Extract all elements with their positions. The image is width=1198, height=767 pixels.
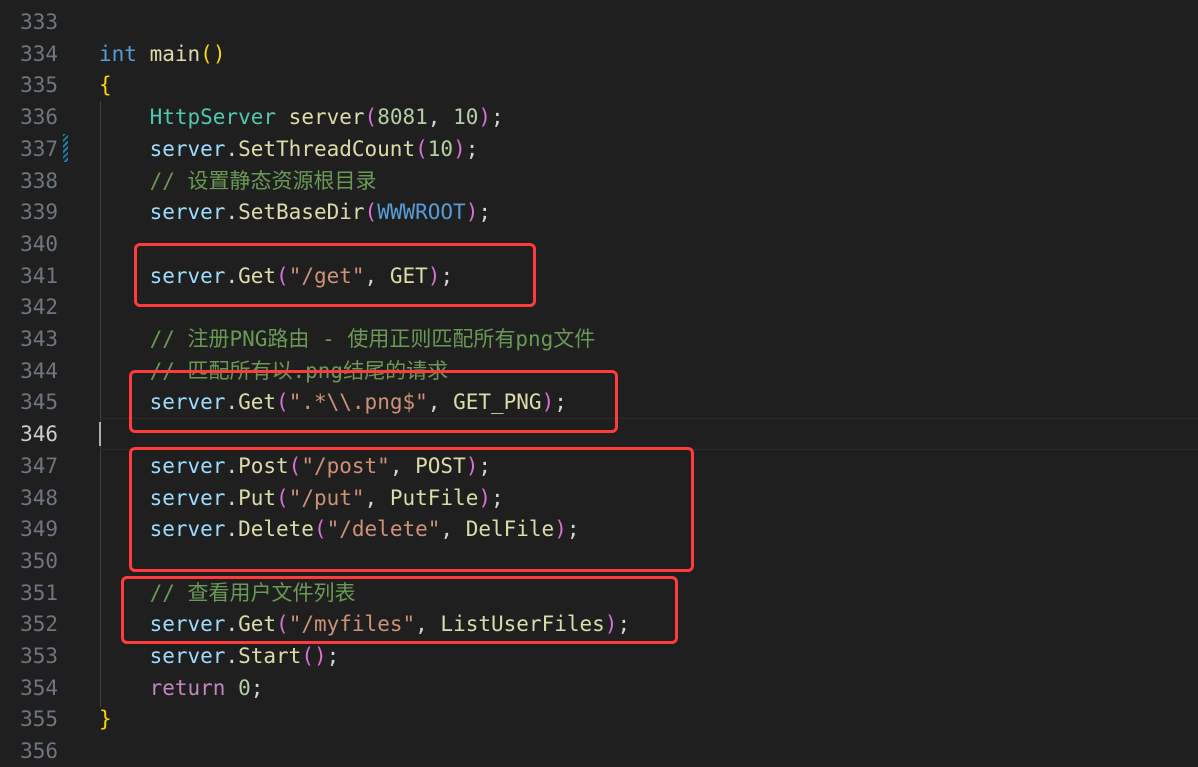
code-token: // 设置静态资源根目录 xyxy=(149,168,377,193)
code-token: ; xyxy=(465,136,479,161)
code-token: 8081 xyxy=(377,105,428,130)
line-number: 336 xyxy=(20,105,58,130)
line-code: HttpServer server(8081, 10); xyxy=(99,101,504,133)
code-token: . xyxy=(225,136,239,161)
code-token: () xyxy=(200,41,226,66)
code-token: server xyxy=(149,136,226,161)
line-code: } xyxy=(99,703,112,735)
code-line[interactable]: 354 return 0; xyxy=(0,672,1198,704)
code-line[interactable]: 335 { xyxy=(0,69,1198,101)
annotation-box-get-route xyxy=(134,243,536,307)
line-number: 348 xyxy=(20,485,58,510)
code-line[interactable]: 356 xyxy=(0,735,1198,767)
code-token: { xyxy=(99,73,112,98)
line-code: server.SetThreadCount(10); xyxy=(99,133,479,165)
code-token: 0 xyxy=(238,675,251,700)
code-token: . xyxy=(225,200,239,225)
code-token: , xyxy=(427,105,454,130)
code-token: . xyxy=(225,644,239,668)
code-token: ; xyxy=(491,105,504,130)
code-token: // 注册PNG路由 - 使用正则匹配所有png文件 xyxy=(149,327,596,351)
line-number: 343 xyxy=(20,327,58,351)
line-number: 334 xyxy=(20,41,58,66)
code-token: ( xyxy=(364,105,378,130)
line-number: 340 xyxy=(20,231,58,256)
code-token: server xyxy=(288,105,365,130)
code-token: ; xyxy=(326,644,340,668)
line-number: 356 xyxy=(20,739,58,764)
code-token: ) xyxy=(478,105,492,130)
code-line[interactable]: 339 server.SetBaseDir(WWWROOT); xyxy=(0,196,1198,228)
line-number: 337 xyxy=(20,136,58,161)
line-number: 352 xyxy=(20,612,58,637)
line-number: 335 xyxy=(20,73,58,98)
code-token: () xyxy=(301,644,327,668)
line-number: 345 xyxy=(20,390,58,415)
code-token: ( xyxy=(415,136,428,161)
line-number: 355 xyxy=(20,707,58,732)
code-token: Start xyxy=(238,644,302,668)
code-token: int xyxy=(99,41,137,66)
code-token: ( xyxy=(364,200,378,225)
line-code: server.Start(); xyxy=(99,640,340,672)
annotation-box-myfiles-route xyxy=(121,576,678,644)
line-number: 353 xyxy=(20,644,58,668)
code-token: 10 xyxy=(453,105,479,130)
code-token: return xyxy=(149,675,226,700)
line-code: // 设置静态资源根目录 xyxy=(99,165,377,197)
line-number: 339 xyxy=(20,200,58,225)
line-number: 341 xyxy=(20,263,58,288)
code-token: server xyxy=(149,200,226,225)
code-token: main xyxy=(149,41,201,66)
line-number: 342 xyxy=(20,295,58,320)
code-token: } xyxy=(99,707,112,732)
code-line[interactable]: 337 server.SetThreadCount(10); xyxy=(0,133,1198,165)
code-line[interactable]: 336 HttpServer server(8081, 10); xyxy=(0,101,1198,133)
line-number: 338 xyxy=(20,168,58,193)
annotation-box-post-put-delete-routes xyxy=(129,447,694,572)
annotation-box-png-route xyxy=(129,370,618,433)
code-token: SetBaseDir xyxy=(238,200,365,225)
text-cursor xyxy=(99,422,101,446)
code-token: ) xyxy=(453,136,466,161)
code-token: ; xyxy=(250,675,264,700)
line-code: // 注册PNG路由 - 使用正则匹配所有png文件 xyxy=(99,323,596,355)
code-token: HttpServer xyxy=(149,105,277,130)
line-code: server.SetBaseDir(WWWROOT); xyxy=(99,196,491,228)
line-number: 350 xyxy=(20,548,58,573)
line-code: { xyxy=(99,69,112,101)
line-number: 354 xyxy=(20,675,58,700)
line-code: return 0; xyxy=(99,672,264,704)
line-number: 346 xyxy=(20,422,58,447)
line-number: 351 xyxy=(20,580,58,605)
code-token: ) xyxy=(465,200,479,225)
code-editor[interactable]: 333 334 int main() 335{336 HttpServer serve… xyxy=(0,0,1198,763)
code-token: server xyxy=(149,644,226,668)
code-line[interactable]: 353 server.Start(); xyxy=(0,640,1198,672)
code-token: SetThreadCount xyxy=(238,136,416,161)
code-token: 10 xyxy=(427,136,454,161)
code-line[interactable]: 338 // 设置静态资源根目录 xyxy=(0,165,1198,197)
code-line[interactable]: 355} xyxy=(0,703,1198,735)
code-line[interactable]: 334 int main() xyxy=(0,38,1198,70)
line-number: 347 xyxy=(20,453,58,478)
code-line[interactable]: 333 xyxy=(0,6,1198,38)
code-line[interactable]: 343 // 注册PNG路由 - 使用正则匹配所有png文件 xyxy=(0,323,1198,355)
line-number: 333 xyxy=(20,10,58,34)
code-token: WWWROOT xyxy=(377,200,466,225)
line-code: int main() xyxy=(99,38,225,70)
line-number: 344 xyxy=(20,358,58,383)
line-number: 349 xyxy=(20,517,58,542)
code-token: ; xyxy=(478,200,492,225)
